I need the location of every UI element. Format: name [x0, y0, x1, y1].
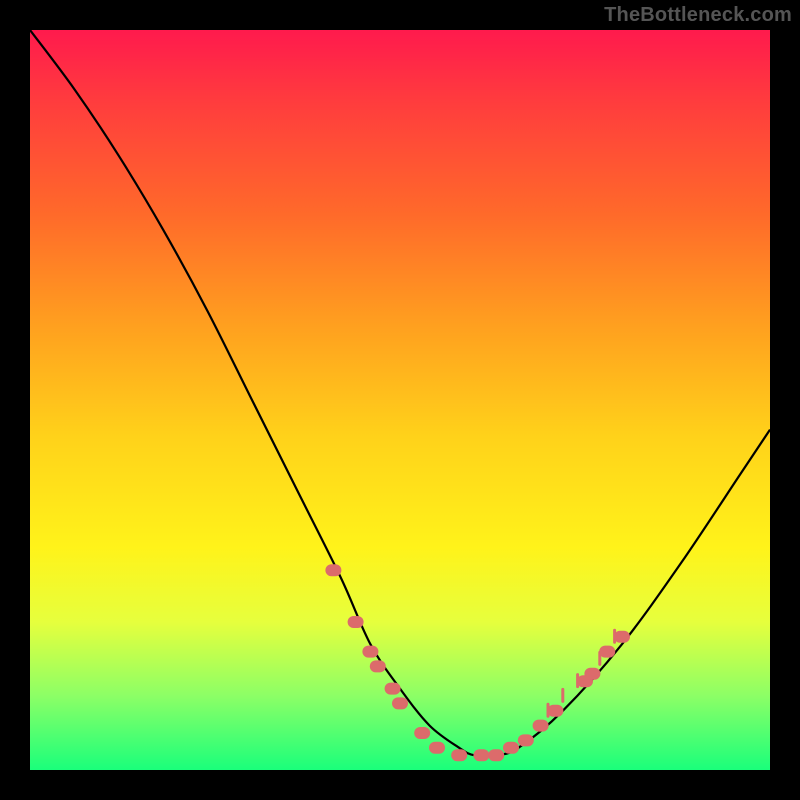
marker-dot	[414, 727, 430, 739]
right-branch-ticks	[548, 630, 615, 716]
watermark-text: TheBottleneck.com	[604, 4, 792, 27]
bottleneck-curve	[30, 30, 770, 756]
marker-dot	[362, 646, 378, 658]
marker-dot	[614, 631, 630, 643]
marker-dot	[503, 742, 519, 754]
marker-dot	[451, 749, 467, 761]
curve-path	[30, 30, 770, 756]
plot-area	[30, 30, 770, 770]
marker-dot	[599, 646, 615, 658]
marker-dot	[547, 705, 563, 717]
marker-dot	[392, 697, 408, 709]
highlighted-markers	[325, 564, 630, 761]
chart-frame: TheBottleneck.com	[0, 0, 800, 800]
marker-dot	[533, 720, 549, 732]
marker-dot	[518, 734, 534, 746]
marker-dot	[473, 749, 489, 761]
marker-dot	[488, 749, 504, 761]
curve-layer	[30, 30, 770, 770]
marker-dot	[348, 616, 364, 628]
marker-dot	[325, 564, 341, 576]
marker-dot	[429, 742, 445, 754]
marker-dot	[584, 668, 600, 680]
marker-dot	[385, 683, 401, 695]
marker-dot	[370, 660, 386, 672]
